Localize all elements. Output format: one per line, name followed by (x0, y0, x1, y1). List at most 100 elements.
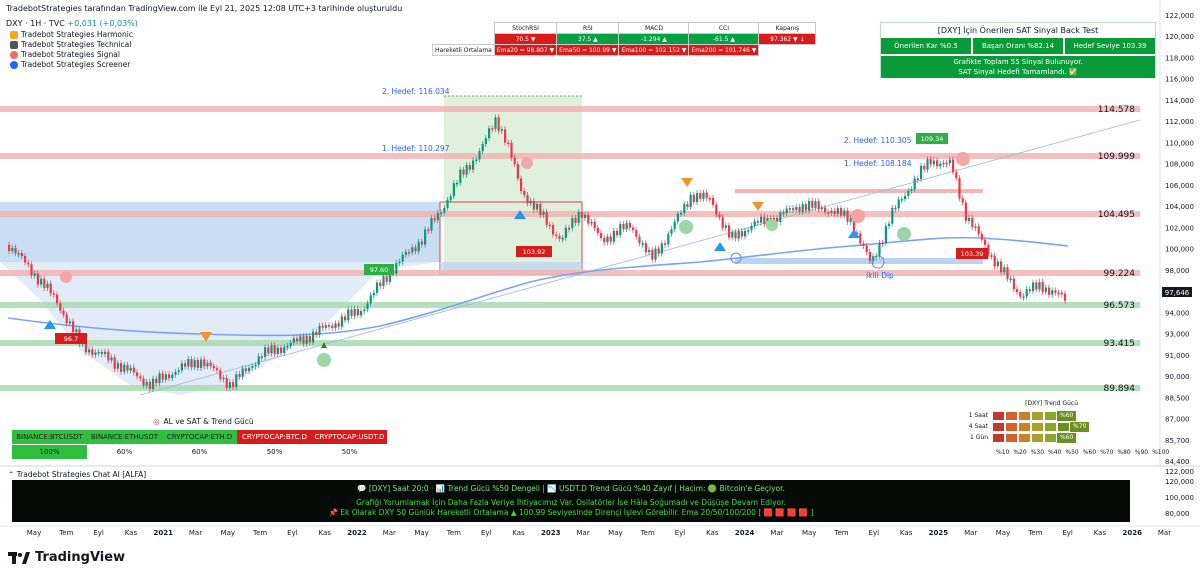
candle-body (760, 216, 763, 223)
indicator-technical[interactable]: Tradebot Strategies Technical (10, 40, 131, 49)
sub-pane-title-text: Tradebot Strategies Chat AI [ALFA] (16, 470, 147, 479)
candle-body (65, 314, 68, 324)
candle-body (651, 249, 654, 260)
candle-body (568, 227, 571, 230)
candle-body (996, 261, 999, 267)
watch-symbol[interactable]: CRYPTOCAP:ETH.D (162, 430, 237, 444)
metric-header: CCI (688, 22, 760, 34)
candle-body (692, 194, 695, 202)
candle-body (795, 207, 798, 211)
candle-body (814, 201, 817, 208)
candle-body (961, 198, 964, 203)
candle-body (1025, 289, 1028, 297)
candle-body (558, 236, 561, 239)
indicator-label: Tradebot Strategies Screener (21, 60, 131, 69)
candle-body (782, 212, 785, 214)
backtest-target: Hedef Seviye 103.39 (1065, 38, 1155, 54)
candle-body (446, 199, 449, 208)
candle-body (196, 360, 199, 368)
candle-body (926, 159, 929, 170)
candle-body (212, 365, 215, 369)
time-tick: Kas (706, 529, 719, 537)
tradingview-logo[interactable]: TradingView (8, 550, 125, 565)
candle-body (468, 165, 471, 170)
candle-body (913, 178, 916, 190)
candle-body (216, 368, 219, 371)
sub-pane-title[interactable]: ⌃ Tradebot Strategies Chat AI [ALFA] (8, 470, 146, 479)
expand-icon[interactable]: ⌃ (8, 470, 14, 479)
symbol-header[interactable]: DXY · 1H · TVC +0,031 (+0,03%) (6, 19, 138, 28)
signal-icon (10, 50, 18, 59)
candle-body (971, 217, 974, 228)
price-tick: 94,000 (1165, 309, 1190, 317)
candle-body (593, 221, 596, 229)
watchlist-title: ◎ AL ve SAT & Trend Gücü (153, 417, 254, 426)
candle-body (155, 378, 158, 384)
candle-body (705, 192, 708, 198)
candle-body (36, 273, 39, 285)
chat-line: Grafiği Yorumlamak İçin Daha Fazla Veriy… (356, 498, 786, 507)
candle-body (424, 229, 427, 245)
candle-body (129, 367, 132, 371)
watch-value: 60% (191, 448, 208, 456)
indicator-screener[interactable]: Tradebot Strategies Screener (10, 60, 130, 69)
candle-body (353, 308, 356, 316)
candle-body (827, 212, 830, 214)
al-signal-icon (766, 219, 778, 231)
time-tick: Mar (189, 529, 202, 537)
candle-body (801, 204, 804, 212)
candle-body (286, 345, 289, 348)
candle-body (628, 222, 631, 228)
candle-body (254, 364, 257, 367)
level-band (0, 302, 1140, 308)
candle-body (836, 208, 839, 214)
candle-body (59, 303, 62, 311)
candle-body (1022, 296, 1025, 298)
candle-body (235, 374, 238, 388)
time-tick: 2022 (347, 529, 367, 537)
candle-body (1035, 282, 1038, 290)
candle-body (347, 309, 350, 321)
sat-signal-icon (60, 271, 72, 283)
candle-body (225, 377, 228, 389)
watch-symbol[interactable]: CRYPTOCAP:BTC.D (237, 430, 312, 444)
candle-body (878, 242, 881, 256)
candle-body (523, 191, 526, 196)
trend-strength-title: [DXY] Trend Gücü (1025, 400, 1078, 407)
candle-body (193, 360, 196, 368)
candle-body (459, 169, 462, 183)
candle-body (1048, 287, 1051, 295)
candle-body (1028, 289, 1031, 292)
candle-body (577, 211, 580, 223)
candle-body (443, 207, 446, 213)
candle-body (145, 381, 148, 386)
indicator-signal[interactable]: Tradebot Strategies Signal (10, 50, 120, 59)
watch-symbol[interactable]: BINANCE:ETHUSDT (87, 430, 162, 444)
candle-body (740, 231, 743, 237)
level-label: 96.573 (1104, 301, 1136, 311)
backtest-panel: [DXY] İçin Önerilen SAT Sinyal Back Test… (880, 22, 1156, 78)
backtest-message: Grafikte Toplam 55 Sinyal Bulunuyor. SAT… (881, 56, 1155, 78)
candle-body (299, 336, 302, 342)
price-tick: 98,000 (1165, 267, 1190, 275)
time-tick: Kas (318, 529, 331, 537)
watch-symbol[interactable]: BINANCE:BTCUSDT (12, 430, 87, 444)
price-tick: 88,500 (1165, 394, 1190, 402)
candle-body (622, 224, 625, 230)
candle-body (974, 226, 977, 228)
candle-body (657, 248, 660, 254)
indicator-harmonic[interactable]: Tradebot Strategies Harmonic (10, 30, 133, 39)
trend-row-label: 4 Saat (968, 423, 988, 430)
time-tick: Mar (964, 529, 977, 537)
candle-body (484, 138, 487, 145)
level-band (0, 270, 1140, 276)
chat-line: 💬 [DXY] Saat 20:0 · 📊 Trend Gücü %50 Den… (357, 484, 785, 493)
candle-body (763, 216, 766, 225)
time-tick: Tem (446, 529, 461, 537)
watch-symbol[interactable]: CRYPTOCAP:USDT.D (312, 430, 387, 444)
level-band (0, 340, 1140, 346)
target-1-label: 1. Hedef: 110.297 (382, 144, 450, 153)
price-tick: 108,000 (1165, 161, 1194, 169)
scale-tick: %100 (1152, 449, 1170, 456)
watchlist-title-text: AL ve SAT & Trend Gücü (163, 417, 254, 426)
